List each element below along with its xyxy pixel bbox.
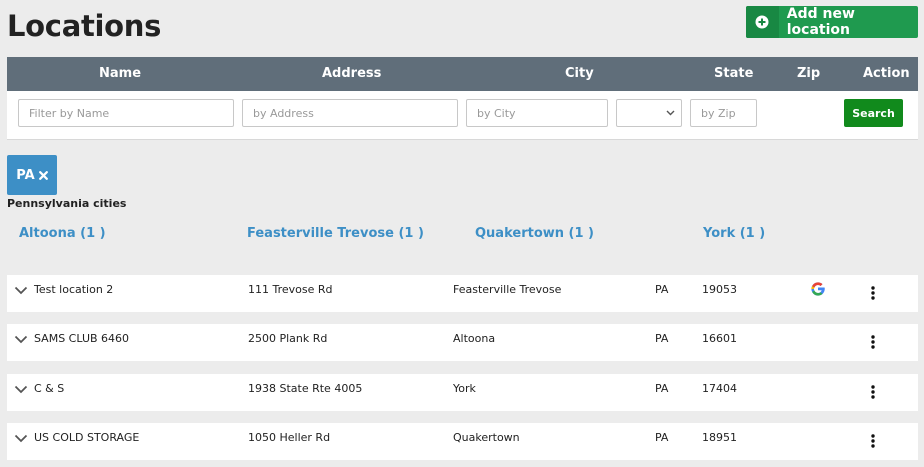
location-address: 2500 Plank Rd <box>248 332 328 345</box>
location-state: PA <box>655 332 669 345</box>
location-address: 111 Trevose Rd <box>248 283 333 296</box>
column-header-address[interactable]: Address <box>322 66 381 81</box>
chevron-down-icon[interactable] <box>14 335 28 344</box>
city-link-feasterville-trevose[interactable]: Feasterville Trevose (1 ) <box>247 226 424 241</box>
column-header-action: Action <box>863 66 910 81</box>
table-row: C & S 1938 State Rte 4005 York PA 17404 <box>7 374 918 411</box>
chevron-down-icon[interactable] <box>14 286 28 295</box>
location-address: 1050 Heller Rd <box>248 431 331 444</box>
add-new-location-label: Add new location <box>786 6 855 38</box>
page-title: Locations <box>7 9 162 43</box>
location-zip: 18951 <box>702 431 737 444</box>
column-header-name[interactable]: Name <box>99 66 141 81</box>
state-filter-chip-label: PA <box>16 167 35 183</box>
column-header-zip[interactable]: Zip <box>797 66 820 81</box>
location-city: Feasterville Trevose <box>453 283 562 296</box>
location-name: C & S <box>34 382 65 395</box>
google-icon[interactable] <box>810 281 826 297</box>
address-filter-input[interactable] <box>242 99 458 127</box>
location-state: PA <box>655 431 669 444</box>
location-city: York <box>453 382 476 395</box>
city-filter-input[interactable] <box>466 99 608 127</box>
chevron-down-icon[interactable] <box>14 434 28 443</box>
kebab-icon[interactable] <box>871 385 875 399</box>
location-state: PA <box>655 283 669 296</box>
close-icon[interactable] <box>38 170 48 180</box>
kebab-icon[interactable] <box>871 434 875 448</box>
table-header: Name Address City State Zip Action <box>7 57 918 91</box>
table-row: SAMS CLUB 6460 2500 Plank Rd Altoona PA … <box>7 324 918 361</box>
chevron-down-icon <box>666 110 675 116</box>
location-name: Test location 2 <box>34 283 114 296</box>
city-link-york[interactable]: York (1 ) <box>703 226 765 241</box>
column-header-city[interactable]: City <box>565 66 594 81</box>
table-row: US COLD STORAGE 1050 Heller Rd Quakertow… <box>7 423 918 460</box>
plus-circle-icon <box>746 6 779 38</box>
chevron-down-icon[interactable] <box>14 385 28 394</box>
table-row: Test location 2 111 Trevose Rd Feastervi… <box>7 275 918 312</box>
city-link-quakertown[interactable]: Quakertown (1 ) <box>475 226 594 241</box>
location-city: Quakertown <box>453 431 520 444</box>
location-address: 1938 State Rte 4005 <box>248 382 363 395</box>
location-state: PA <box>655 382 669 395</box>
state-filter-select[interactable] <box>616 99 682 127</box>
location-zip: 16601 <box>702 332 737 345</box>
location-name: US COLD STORAGE <box>34 431 140 444</box>
location-zip: 17404 <box>702 382 737 395</box>
location-zip: 19053 <box>702 283 737 296</box>
location-name: SAMS CLUB 6460 <box>34 332 130 345</box>
location-city: Altoona <box>453 332 496 345</box>
column-header-state[interactable]: State <box>714 66 753 81</box>
state-filter-chip[interactable]: PA <box>7 155 57 195</box>
filter-row: Search <box>7 91 918 140</box>
kebab-icon[interactable] <box>871 286 875 300</box>
search-button[interactable]: Search <box>844 99 903 127</box>
cities-section-title: Pennsylvania cities <box>7 197 127 210</box>
zip-filter-input[interactable] <box>690 99 757 127</box>
add-new-location-button[interactable]: Add new location <box>746 6 918 38</box>
kebab-icon[interactable] <box>871 335 875 349</box>
city-link-altoona[interactable]: Altoona (1 ) <box>19 226 106 241</box>
name-filter-input[interactable] <box>18 99 234 127</box>
